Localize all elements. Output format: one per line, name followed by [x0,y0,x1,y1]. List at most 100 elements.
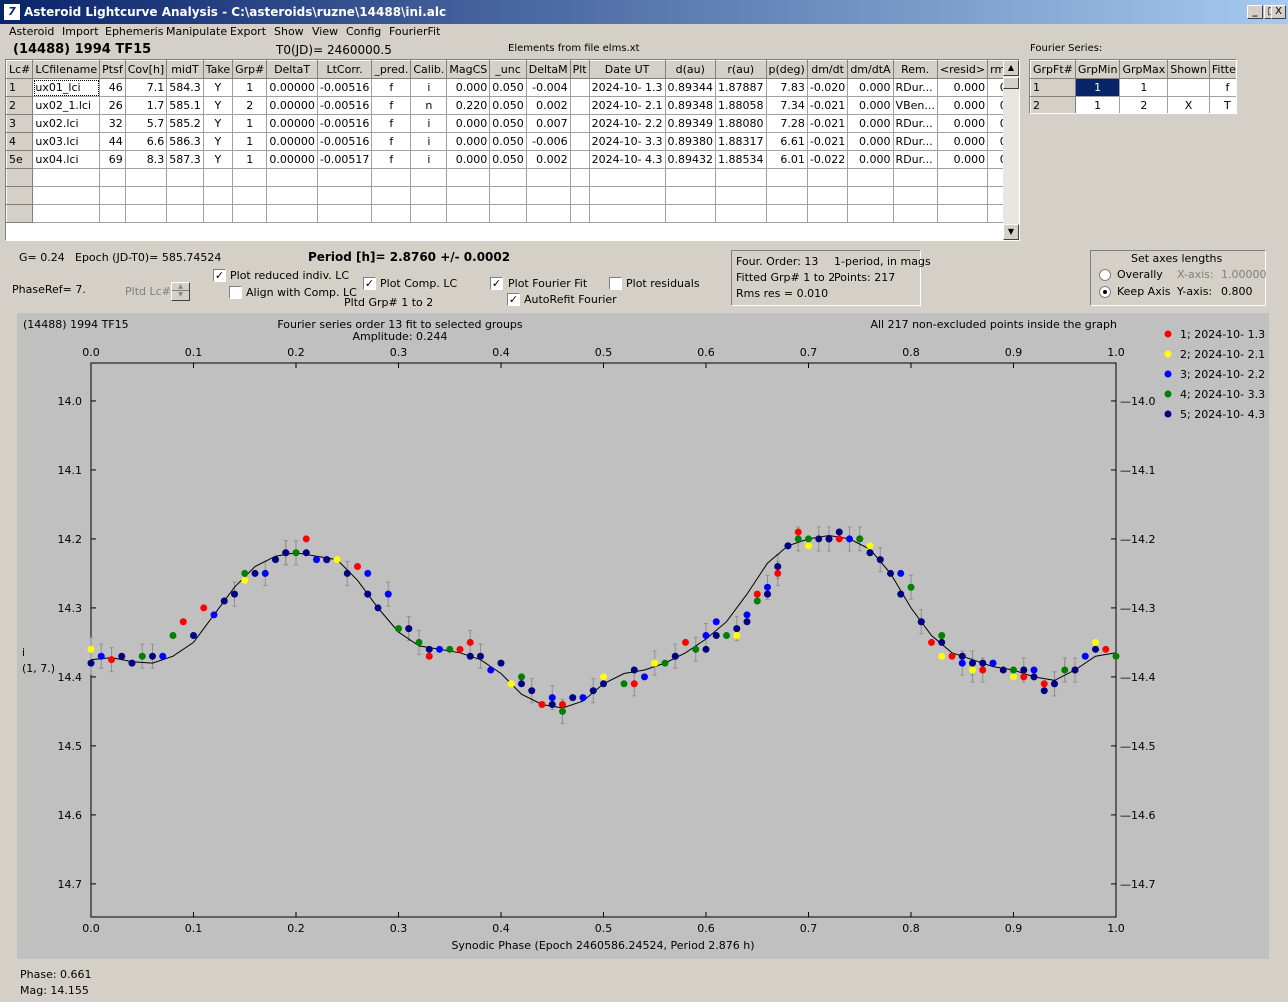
table-cell[interactable] [664,204,717,223]
table-cell[interactable]: 0.000 [847,114,894,133]
table-row[interactable]: 1 ux01_lci 46 7.1 584.3 Y 1 0.00000 -0.00516 f i 0.… [6,78,1019,97]
table-cell[interactable]: f [371,132,412,151]
lc-col-header[interactable]: dm/dt [806,60,849,79]
table-cell[interactable]: 0.89349 [664,114,717,133]
table-row[interactable] [6,168,1019,187]
menu-asteroid[interactable]: Asteroid [9,25,54,38]
table-cell[interactable]: 1 [232,114,268,133]
table-cell[interactable]: -0.020 [806,78,849,97]
fourier-cell[interactable] [1167,78,1210,97]
table-cell[interactable] [316,204,373,223]
table-cell[interactable]: 3 [6,114,34,133]
spin-down-icon[interactable]: ▼ [172,291,189,299]
table-cell[interactable]: 46 [99,78,126,97]
menu-ephemeris[interactable]: Ephemeris [105,25,163,38]
lc-col-header[interactable]: Date UT [588,60,666,79]
table-cell[interactable]: RDur... [892,114,938,133]
table-cell[interactable]: f [371,78,412,97]
table-cell[interactable]: i [410,150,448,169]
scroll-down-icon[interactable]: ▼ [1003,224,1019,240]
table-cell[interactable] [588,186,666,205]
table-cell[interactable]: -0.00516 [316,96,373,115]
table-cell[interactable]: 0.000 [847,150,894,169]
table-cell[interactable]: 0.00000 [266,78,318,97]
table-cell[interactable]: ux04.lci [32,150,101,169]
table-cell[interactable]: 1.88317 [715,132,767,151]
table-cell[interactable]: 2024-10- 3.3 [588,132,666,151]
fourier-cell[interactable]: X [1167,96,1210,113]
table-cell[interactable] [410,168,448,187]
table-cell[interactable]: 4 [6,132,34,151]
table-cell[interactable] [124,186,168,205]
scroll-up-icon[interactable]: ▲ [1003,60,1019,76]
table-cell[interactable]: 1.7 [124,96,168,115]
table-cell[interactable] [166,204,204,223]
fourier-col-header[interactable]: GrpFt# [1030,60,1076,79]
table-row[interactable] [6,186,1019,205]
table-cell[interactable] [266,168,318,187]
menu-view[interactable]: View [312,25,338,38]
table-cell[interactable]: -0.021 [806,132,849,151]
table-cell[interactable]: 7.83 [765,78,808,97]
table-cell[interactable] [892,168,938,187]
table-cell[interactable]: 2024-10- 1.3 [588,78,666,97]
table-cell[interactable] [371,204,412,223]
table-cell[interactable]: -0.00517 [316,150,373,169]
table-cell[interactable] [525,186,571,205]
table-cell[interactable]: 1.87887 [715,78,767,97]
table-cell[interactable] [32,204,101,223]
table-cell[interactable] [847,204,894,223]
table-cell[interactable] [892,204,938,223]
table-cell[interactable] [936,168,989,187]
table-cell[interactable]: 1.88080 [715,114,767,133]
spin-up-icon[interactable]: ▲ [172,283,189,291]
table-cell[interactable]: n [410,96,448,115]
table-cell[interactable]: 0.002 [525,96,571,115]
table-cell[interactable]: 7.1 [124,78,168,97]
table-cell[interactable] [6,168,34,187]
table-cell[interactable]: 0.000 [847,78,894,97]
table-cell[interactable] [765,204,808,223]
table-cell[interactable] [232,186,268,205]
menu-export[interactable]: Export [230,25,266,38]
table-cell[interactable] [489,204,527,223]
table-scrollbar[interactable]: ▲ ▼ [1003,60,1019,240]
table-cell[interactable]: 586.3 [166,132,204,151]
table-cell[interactable]: 0.002 [525,150,571,169]
table-cell[interactable]: 2024-10- 2.1 [588,96,666,115]
table-cell[interactable] [715,168,767,187]
table-cell[interactable]: 2 [232,96,268,115]
table-cell[interactable]: 5e [6,150,34,169]
table-cell[interactable] [32,168,101,187]
table-cell[interactable]: ux02_1.lci [32,96,101,115]
keep-axis-radio[interactable] [1099,286,1111,298]
table-cell[interactable] [588,204,666,223]
table-cell[interactable] [664,168,717,187]
table-cell[interactable] [588,168,666,187]
table-cell[interactable] [765,186,808,205]
table-cell[interactable]: 1 [232,150,268,169]
table-cell[interactable]: i [410,78,448,97]
plot-fourier-checkbox[interactable]: ✓ [490,277,503,290]
lc-col-header[interactable]: p(deg) [765,60,808,79]
table-cell[interactable] [569,114,590,133]
table-cell[interactable]: 7.34 [765,96,808,115]
plot-comp-checkbox[interactable]: ✓ [363,277,376,290]
lc-col-header[interactable]: Cov[h] [124,60,168,79]
fourier-cell[interactable]: T [1208,96,1236,113]
table-cell[interactable]: i [410,114,448,133]
table-cell[interactable]: 2024-10- 4.3 [588,150,666,169]
table-cell[interactable]: Y [202,96,234,115]
table-cell[interactable] [99,186,126,205]
lc-col-header[interactable]: Take [202,60,234,79]
table-cell[interactable]: Y [202,132,234,151]
table-cell[interactable] [166,168,204,187]
lc-col-header[interactable]: Ptsf [99,60,126,79]
table-cell[interactable] [806,186,849,205]
fourier-col-header[interactable]: Shown [1167,60,1210,79]
lc-col-header[interactable]: midT [166,60,204,79]
table-cell[interactable] [202,204,234,223]
table-cell[interactable] [6,204,34,223]
lc-col-header[interactable]: Rem. [892,60,938,79]
table-cell[interactable]: 584.3 [166,78,204,97]
